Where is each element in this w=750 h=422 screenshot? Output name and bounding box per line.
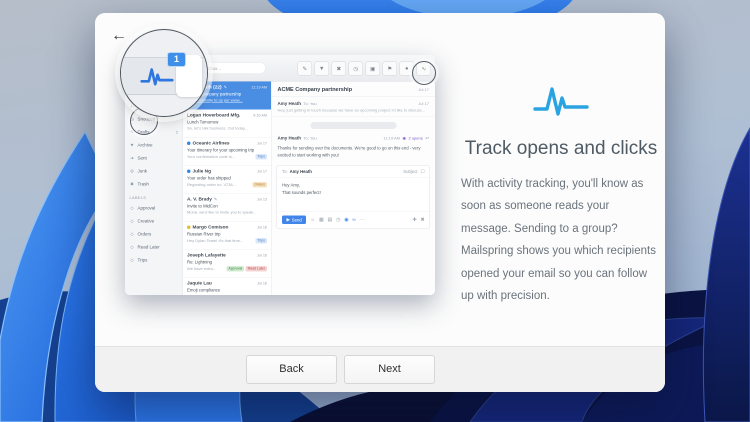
thread-subject: ACME Company partnership (278, 87, 353, 93)
recipient-chip: Amy Heath (290, 169, 312, 174)
open-count: 2 opens (408, 136, 422, 141)
send-button: ▶ Send (282, 216, 306, 225)
link-tracking-toggle-icon: ∞ (352, 217, 355, 223)
compose-icon: ✎ (298, 62, 313, 76)
feature-description: With activity tracking, you'll know as s… (461, 173, 661, 308)
sidebar-label-approval: ◇ Approval (125, 202, 183, 215)
feature-panel: Track opens and clicks With activity tra… (461, 83, 661, 308)
apply-label-icon: ⚑ (383, 62, 398, 76)
move-to-folder-icon: ▣ (366, 62, 381, 76)
label-icon: ◇ (130, 257, 135, 263)
label-icon: ◇ (130, 205, 135, 211)
unread-dot (187, 142, 191, 146)
trash-icon: ✖ (332, 62, 347, 76)
label-badge: Trips (255, 238, 267, 244)
archive-folder-icon: ▼ (130, 143, 135, 148)
sidebar-item-sent: ➔ Sent (125, 152, 183, 165)
back-button[interactable]: Back (246, 355, 337, 384)
open-tracking-toggle-icon: ◉ (344, 217, 348, 223)
sidebar-label-creative: ◇ Creative (125, 215, 183, 228)
templates-icon: ▤ (328, 217, 332, 223)
unread-count-badge: 1 (167, 52, 186, 67)
label-badge: Approval (226, 266, 244, 272)
message-list: Amy Heath (22) ✎ 11:19 AM ACME Company p… (183, 82, 272, 296)
reply-icon: ↩ (425, 136, 429, 142)
list-item: Oceanic Airlines Jul 17 Your itinerary f… (183, 138, 271, 166)
reading-pane: ACME Company partnership Jul 17 Amy Heat… (272, 82, 436, 296)
message-body: Thanks for sending over the documents. W… (272, 142, 436, 163)
more-icon: ⋯ (360, 217, 365, 223)
list-item: Jaquie Lau Jul 16 Emoji compliance I hav… (183, 278, 271, 296)
sent-icon: ➔ (130, 155, 135, 161)
reply-composer: To: Amy Heath Subject ▢ Hey Amy, That so… (277, 165, 431, 229)
list-item: Logan Hoverboard Mfg. 9:16 AM Lunch Tomo… (183, 110, 271, 138)
list-item: Joseph Lafayette Jul 16 Re: Lightning We… (183, 250, 271, 278)
page-title: Track opens and clicks (461, 138, 661, 160)
attach-icon: ✚ (413, 217, 417, 223)
sidebar-item-archive: ▼ Archive (125, 139, 183, 152)
calendar-icon: ▦ (319, 217, 323, 223)
activity-pulse-icon (533, 83, 589, 117)
discard-draft-icon: ✖ (421, 217, 425, 223)
expand-composer-icon: ▢ (420, 169, 424, 175)
onboarding-dialog: ← Search inbox... ✎ ▼ ✖ ◷ ▣ ⚑ ● ∿ (95, 13, 665, 392)
wizard-footer: Back Next (95, 346, 665, 392)
unread-dot (187, 170, 191, 174)
starred-dot (187, 226, 191, 230)
label-icon: ◇ (130, 231, 135, 237)
collapsed-messages-pill (310, 122, 396, 129)
sidebar-label-orders: ◇ Orders (125, 228, 183, 241)
toolbar-highlight-circle (412, 61, 436, 85)
archive-icon: ▼ (315, 62, 330, 76)
send-later-icon: ◷ (336, 217, 340, 223)
list-item: Margo Comison Jul 16 Russian River trip … (183, 222, 271, 250)
label-icon: ◇ (130, 218, 135, 224)
activity-pulse-icon (140, 66, 174, 86)
snooze-icon: ◷ (349, 62, 364, 76)
desktop: ← Search inbox... ✎ ▼ ✖ ◷ ▣ ⚑ ● ∿ (0, 0, 750, 422)
label-badge: Orders (252, 182, 267, 188)
collapsed-message: Amy Heath To: You Jul 17 Hey, just getti… (272, 97, 436, 117)
expanded-message-header: Amy Heath To: You 11:19 AM ◉ 2 opens ↩ (272, 135, 436, 143)
list-item: Julie Ng Jul 17 Your order has shipped R… (183, 166, 271, 194)
next-button[interactable]: Next (344, 355, 435, 384)
draft-pencil-icon: ✎ (224, 85, 227, 90)
label-badge: Trips (255, 154, 267, 160)
sidebar-item-trash: ✖ Trash (125, 178, 183, 191)
labels-header: Labels (125, 191, 183, 202)
magnifier-circle: 1 (120, 29, 208, 117)
sidebar-label-read-later: ◇ Read Later (125, 241, 183, 254)
list-item: A. V. Brady ✎ Jul 13 Invite to MidCon Mo… (183, 194, 271, 222)
drafts-count: 2 (176, 130, 178, 135)
open-tracking-icon: ◉ (403, 136, 406, 141)
sidebar-label-trips: ◇ Trips (125, 254, 183, 267)
label-badge: Read Later (246, 266, 267, 272)
junk-icon: ⊘ (130, 168, 135, 174)
thread-date: Jul 17 (418, 88, 429, 93)
send-icon: ▶ (287, 217, 290, 223)
draft-pencil-icon: ✎ (214, 197, 217, 202)
trash-folder-icon: ✖ (130, 181, 135, 187)
emoji-icon: ☺ (310, 217, 315, 223)
sidebar-item-junk: ⊘ Junk (125, 165, 183, 178)
label-icon: ◇ (130, 244, 135, 250)
back-arrow-icon[interactable]: ← (111, 27, 127, 45)
